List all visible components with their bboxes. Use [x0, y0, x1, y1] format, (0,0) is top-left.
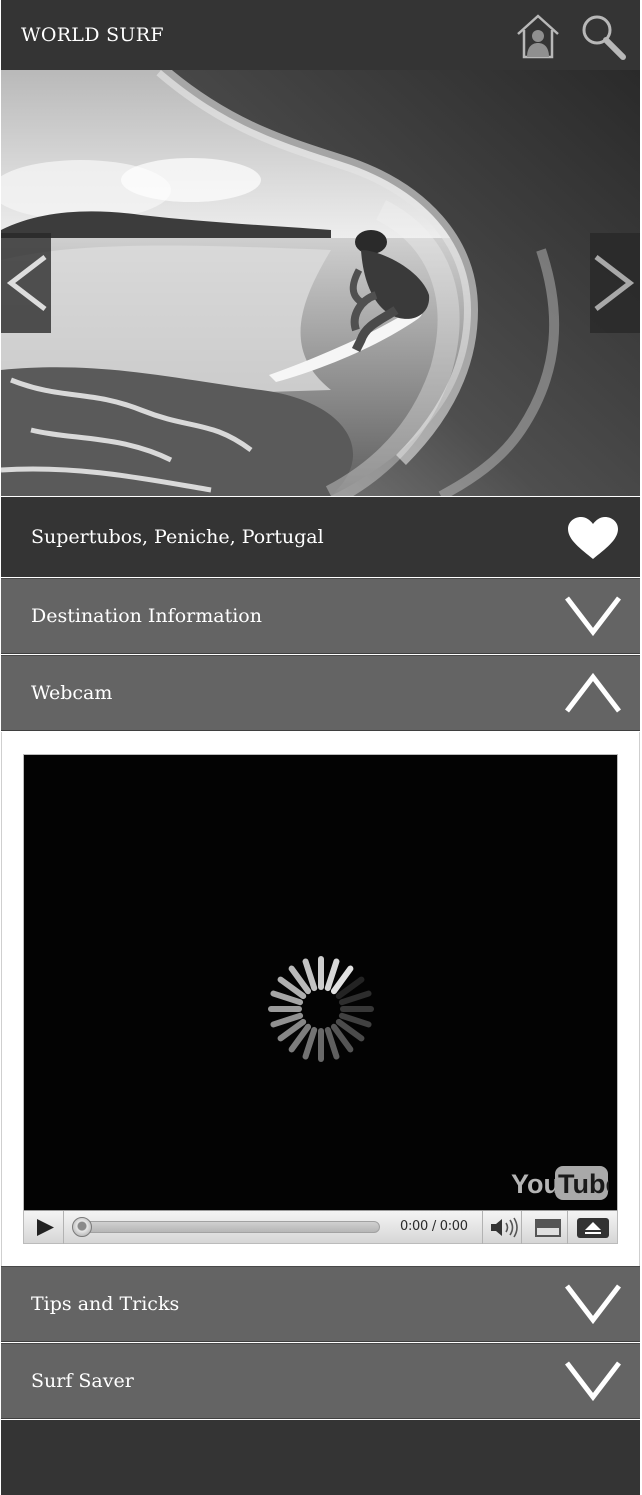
app-title: WORLD SURF — [21, 24, 164, 46]
progress-bar[interactable] — [74, 1221, 380, 1233]
home-user-icon — [517, 14, 559, 59]
location-name: Supertubos, Peniche, Portugal — [31, 526, 324, 548]
spinner-segment — [338, 1012, 372, 1028]
play-icon — [37, 1219, 54, 1236]
section-label: Webcam — [31, 682, 113, 704]
section-label: Tips and Tricks — [31, 1293, 180, 1315]
search-button[interactable] — [579, 12, 626, 60]
app: WORLD SURF Supertubos, Peniche, Portugal… — [1, 0, 640, 1495]
svg-text:You: You — [511, 1169, 560, 1199]
webcam-panel: You Tube 0:00 / 0:00 — [1, 732, 640, 1266]
hero-carousel — [1, 70, 640, 496]
search-icon — [582, 15, 626, 60]
fullscreen-icon — [577, 1218, 609, 1238]
player-controls: 0:00 / 0:00 — [24, 1210, 617, 1244]
chevron-left-icon — [6, 255, 47, 311]
app-header: WORLD SURF — [1, 0, 640, 70]
chevron-right-icon — [594, 255, 635, 311]
heart-icon[interactable] — [567, 516, 619, 560]
time-display: 0:00 / 0:00 — [400, 1219, 468, 1234]
loading-spinner-icon — [268, 956, 374, 1062]
section-destination-information[interactable]: Destination Information — [1, 578, 640, 654]
app-footer — [1, 1420, 640, 1495]
section-tips-and-tricks[interactable]: Tips and Tricks — [1, 1266, 640, 1342]
spinner-segment — [302, 1026, 318, 1060]
spinner-segment — [302, 958, 318, 992]
location-bar: Supertubos, Peniche, Portugal — [1, 497, 640, 577]
section-surf-saver[interactable]: Surf Saver — [1, 1343, 640, 1419]
spinner-segment — [324, 958, 340, 992]
chevron-down-icon — [565, 1361, 621, 1402]
play-button[interactable] — [24, 1211, 64, 1244]
fullscreen-button[interactable] — [571, 1211, 615, 1244]
window-size-icon — [535, 1219, 561, 1237]
spinner-segment — [338, 990, 372, 1006]
spinner-segment — [270, 990, 304, 1006]
resize-button[interactable] — [528, 1211, 568, 1244]
section-label: Surf Saver — [31, 1370, 134, 1392]
home-user-button[interactable] — [515, 12, 561, 60]
volume-button[interactable] — [482, 1211, 522, 1244]
carousel-prev-button[interactable] — [1, 233, 51, 333]
surf-photo — [1, 70, 640, 496]
section-webcam[interactable]: Webcam — [1, 655, 640, 731]
video-player[interactable]: You Tube 0:00 / 0:00 — [23, 754, 618, 1244]
chevron-down-icon — [565, 1284, 621, 1325]
volume-icon — [491, 1217, 518, 1238]
svg-text:Tube: Tube — [558, 1169, 609, 1199]
section-label: Destination Information — [31, 605, 262, 627]
youtube-logo: You Tube — [511, 1166, 609, 1200]
chevron-up-icon — [565, 672, 621, 713]
chevron-down-icon — [565, 596, 621, 637]
spinner-segment — [270, 1012, 304, 1028]
carousel-next-button[interactable] — [590, 233, 640, 333]
progress-scrubber[interactable] — [72, 1217, 92, 1237]
spinner-segment — [324, 1026, 340, 1060]
video-screen[interactable]: You Tube — [24, 755, 617, 1210]
